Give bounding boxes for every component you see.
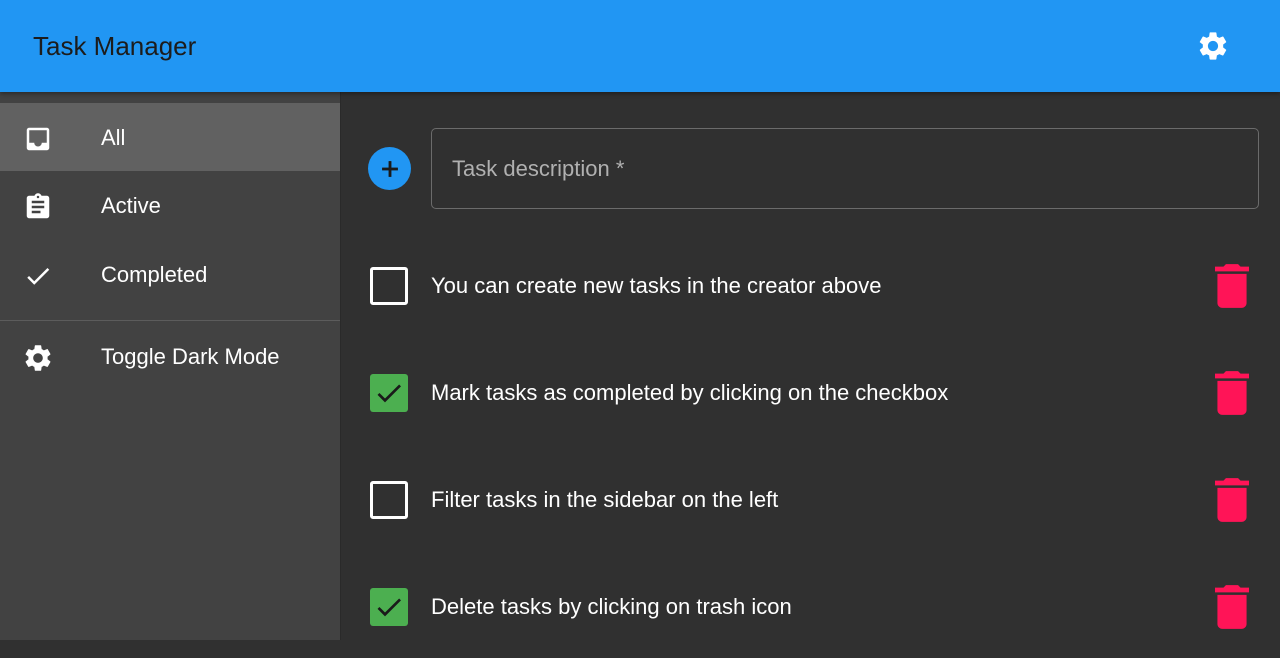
sidebar-divider	[0, 320, 340, 321]
task-row: Delete tasks by clicking on trash icon	[341, 558, 1280, 658]
sidebar-item-all[interactable]: All	[0, 103, 340, 171]
task-checkbox[interactable]	[370, 481, 408, 519]
delete-task-button[interactable]	[1215, 264, 1249, 308]
trash-icon	[1215, 264, 1249, 308]
task-list-panel: You can create new tasks in the creator …	[341, 92, 1280, 640]
task-checkbox[interactable]	[370, 588, 408, 626]
app-bar: Task Manager	[0, 0, 1280, 92]
sidebar-item-label: Active	[101, 193, 161, 218]
gear-icon	[1199, 32, 1227, 60]
add-task-button[interactable]	[368, 147, 411, 190]
task-description-input[interactable]	[431, 128, 1259, 209]
checkmark-icon	[22, 260, 54, 292]
app-title: Task Manager	[33, 31, 197, 61]
sidebar-item-active[interactable]: Active	[0, 171, 340, 239]
delete-task-button[interactable]	[1215, 585, 1249, 629]
plus-icon	[381, 160, 398, 177]
delete-task-button[interactable]	[1215, 371, 1249, 415]
task-text: Filter tasks in the sidebar on the left	[431, 487, 779, 512]
sidebar-item-label: Toggle Dark Mode	[101, 344, 280, 369]
checkmark-icon	[377, 384, 401, 403]
sidebar: All Active Completed Toggle Dark Mode	[0, 92, 341, 640]
task-row: Mark tasks as completed by clicking on t…	[341, 344, 1280, 444]
task-checkbox[interactable]	[370, 267, 408, 305]
clipboard-icon	[22, 191, 54, 223]
sidebar-item-label: All	[101, 125, 126, 150]
inbox-icon	[22, 123, 54, 155]
settings-button[interactable]	[1192, 25, 1234, 67]
task-text: Delete tasks by clicking on trash icon	[431, 594, 792, 619]
sidebar-item-toggle-dark-mode[interactable]: Toggle Dark Mode	[0, 322, 340, 390]
sidebar-item-completed[interactable]: Completed	[0, 240, 340, 308]
task-checkbox[interactable]	[370, 374, 408, 412]
trash-icon	[1215, 585, 1249, 629]
task-text: Mark tasks as completed by clicking on t…	[431, 380, 949, 405]
task-row: Filter tasks in the sidebar on the left	[341, 451, 1280, 551]
task-row: You can create new tasks in the creator …	[341, 237, 1280, 337]
checkmark-icon	[377, 598, 401, 617]
task-text: You can create new tasks in the creator …	[431, 273, 882, 298]
gear-icon	[22, 342, 54, 374]
trash-icon	[1215, 478, 1249, 522]
delete-task-button[interactable]	[1215, 478, 1249, 522]
sidebar-item-label: Completed	[101, 262, 208, 287]
trash-icon	[1215, 371, 1249, 415]
